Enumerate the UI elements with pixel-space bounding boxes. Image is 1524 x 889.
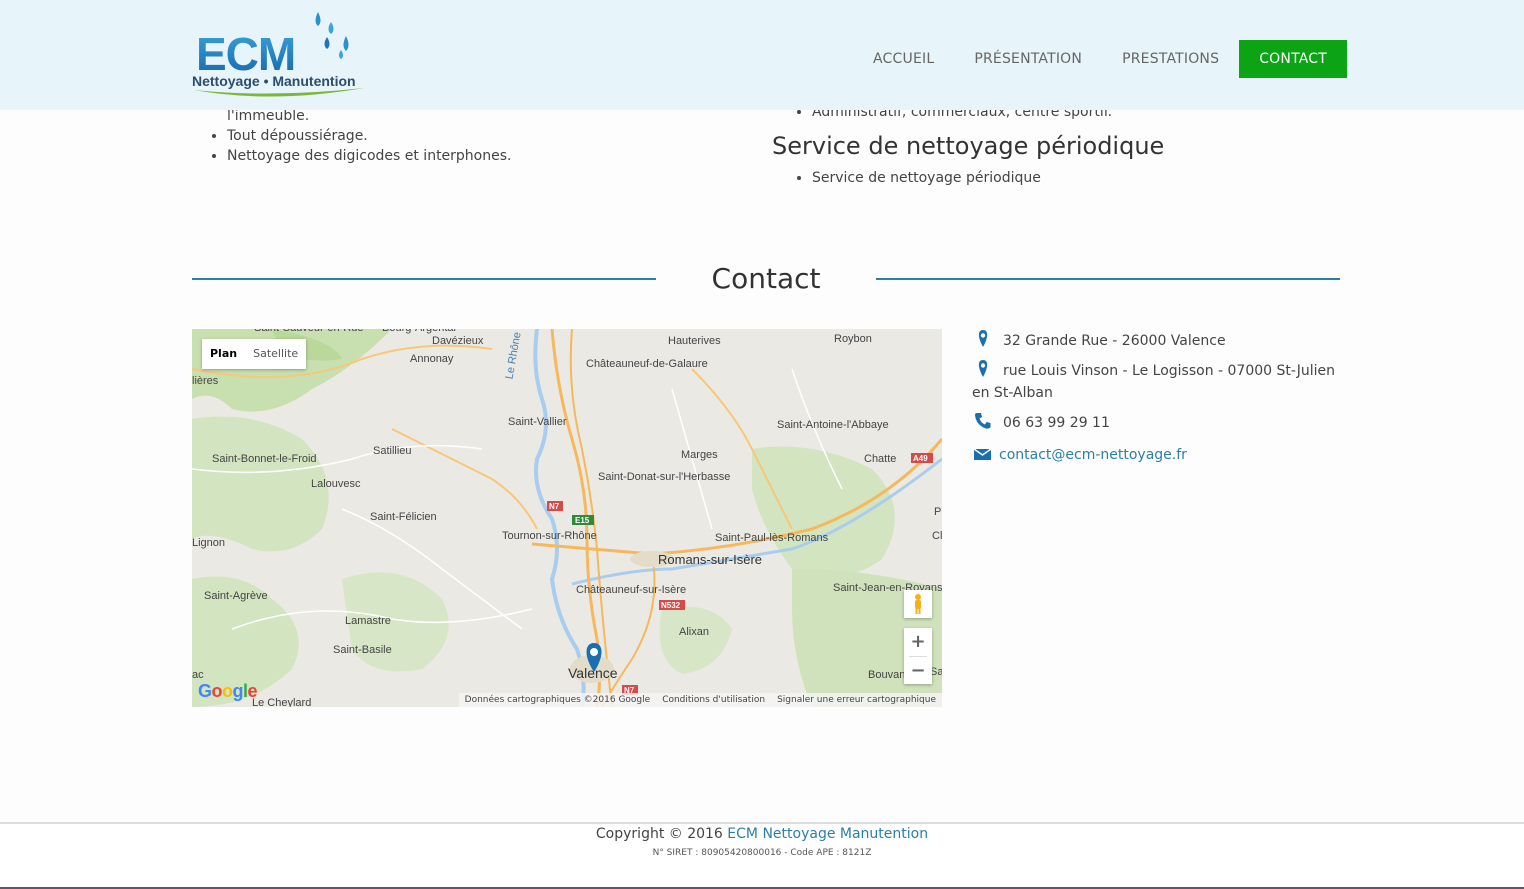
svg-text:lières: lières [192,375,219,387]
svg-text:Roybon: Roybon [834,333,872,345]
address-1-text: 32 Grande Rue - 26000 Valence [1003,333,1226,349]
svg-text:Hauterives: Hauterives [668,335,721,347]
svg-text:Châteauneuf-de-Galaure: Châteauneuf-de-Galaure [586,358,708,370]
map-attribution: Données cartographiques ©2016 Google Con… [458,693,942,707]
nav-presentation[interactable]: PRÉSENTATION [954,40,1102,78]
contact-title-row: Contact [192,262,1340,298]
svg-text:Le Cheylard: Le Cheylard [252,697,311,707]
svg-text:Saint-Bonnet-le-Froid: Saint-Bonnet-le-Froid [212,453,317,465]
nav-accueil[interactable]: ACCUEIL [853,40,954,78]
address-2-text: rue Louis Vinson - Le Logisson - 07000 S… [972,363,1335,401]
svg-text:A49: A49 [913,454,928,463]
copyright-text: Copyright © 2016 [595,826,723,842]
svg-text:Saint-Félicien: Saint-Félicien [370,511,437,523]
site-header: ECM Nettoyage • Manutention ACCUEIL PRÉS… [0,0,1524,110]
svg-text:Satillieu: Satillieu [373,445,412,457]
svg-text:Saint-Basile: Saint-Basile [333,644,392,656]
svg-text:Saint-Paul-lès-Romans: Saint-Paul-lès-Romans [715,532,829,544]
street-view-pegman-icon[interactable] [904,590,932,618]
company-link[interactable]: ECM Nettoyage Manutention [727,826,928,842]
svg-text:Lamastre: Lamastre [345,615,391,627]
svg-text:Lignon: Lignon [192,537,225,549]
svg-text:Marges: Marges [681,449,718,461]
map-report-link[interactable]: Signaler une erreur cartographique [771,693,942,707]
map-satellite-button[interactable]: Satellite [245,339,306,369]
svg-text:N7: N7 [549,502,560,511]
svg-text:Alixan: Alixan [679,626,709,638]
address-1-row: 32 Grande Rue - 26000 Valence [972,330,1342,352]
svg-text:Saint-Antoine-l'Abbaye: Saint-Antoine-l'Abbaye [777,419,889,431]
svg-text:Châteauneuf-sur-Isère: Châteauneuf-sur-Isère [576,584,686,596]
svg-text:Bourg-Argental: Bourg-Argental [382,329,456,334]
svg-text:Annonay: Annonay [410,353,454,365]
nav-prestations[interactable]: PRESTATIONS [1102,40,1239,78]
svg-text:Saint-Agrève: Saint-Agrève [204,590,268,602]
email-link[interactable]: contact@ecm-nettoyage.fr [999,447,1187,463]
google-map[interactable]: Saint-Sauveur-en-Rue Bourg-Argental Anno… [192,329,942,707]
svg-text:Saint-Donat-sur-l'Herbasse: Saint-Donat-sur-l'Herbasse [598,471,730,483]
title-divider-left [192,278,656,280]
title-divider-right [876,278,1340,280]
copyright: Copyright © 2016 ECM Nettoyage Manutenti… [0,826,1524,842]
envelope-icon [972,444,994,462]
site-logo[interactable]: ECM Nettoyage • Manutention [192,8,368,100]
list-item: Service de nettoyage périodique [812,168,1312,188]
periodic-heading: Service de nettoyage périodique [772,132,1165,160]
svg-text:Pl: Pl [934,506,942,518]
phone-row: 06 63 99 29 11 [972,412,1342,434]
svg-text:Tournon-sur-Rhône: Tournon-sur-Rhône [502,530,597,542]
svg-text:Davézieux: Davézieux [432,335,484,347]
svg-text:Saint-Sauveur-en-Rue: Saint-Sauveur-en-Rue [254,329,363,334]
svg-text:Cl: Cl [932,530,942,542]
siret-info: N° SIRET : 80905420800016 - Code APE : 8… [652,848,872,858]
map-terms-link[interactable]: Conditions d'utilisation [656,693,771,707]
phone-text: 06 63 99 29 11 [1003,415,1110,431]
svg-text:Saint-Vallier: Saint-Vallier [508,416,567,428]
contact-title: Contact [711,262,821,295]
zoom-in-button[interactable]: + [904,628,932,656]
map-zoom-control: + − [904,628,932,684]
svg-text:Chatte: Chatte [864,453,896,465]
logo-graphic: ECM Nettoyage • Manutention [192,12,364,97]
map-tiles: Saint-Sauveur-en-Rue Bourg-Argental Anno… [192,329,942,707]
email-row: contact@ecm-nettoyage.fr [972,444,1342,466]
list-item: Tout dépoussiérage. [227,126,727,146]
map-data-credit: Données cartographiques ©2016 Google [464,695,651,705]
map-marker-icon [972,360,994,378]
main-nav: ACCUEIL PRÉSENTATION PRESTATIONS CONTACT [853,40,1347,78]
google-logo[interactable]: Google [198,681,258,702]
nav-contact[interactable]: CONTACT [1239,40,1347,78]
svg-text:Romans-sur-Isère: Romans-sur-Isère [658,552,762,567]
site-footer: Copyright © 2016 ECM Nettoyage Manutenti… [0,822,1524,889]
map-plan-button[interactable]: Plan [202,339,245,369]
address-2-row: rue Louis Vinson - Le Logisson - 07000 S… [972,360,1342,404]
svg-text:Nettoyage • Manutention: Nettoyage • Manutention [192,73,356,89]
svg-text:N532: N532 [661,601,681,610]
periodic-list: Service de nettoyage périodique [812,168,1312,188]
svg-text:Lalouvesc: Lalouvesc [311,478,361,490]
list-item: Nettoyage des digicodes et interphones. [227,146,727,166]
zoom-out-button[interactable]: − [904,657,932,685]
svg-text:ac: ac [192,669,204,681]
svg-text:E15: E15 [575,516,590,525]
services-left-list: l'immeuble. Tout dépoussiérage. Nettoyag… [227,106,727,166]
map-type-toggle: Plan Satellite [202,339,307,369]
phone-icon [972,412,994,430]
map-marker-icon [972,330,994,348]
svg-text:Bouvant: Bouvant [868,669,908,681]
